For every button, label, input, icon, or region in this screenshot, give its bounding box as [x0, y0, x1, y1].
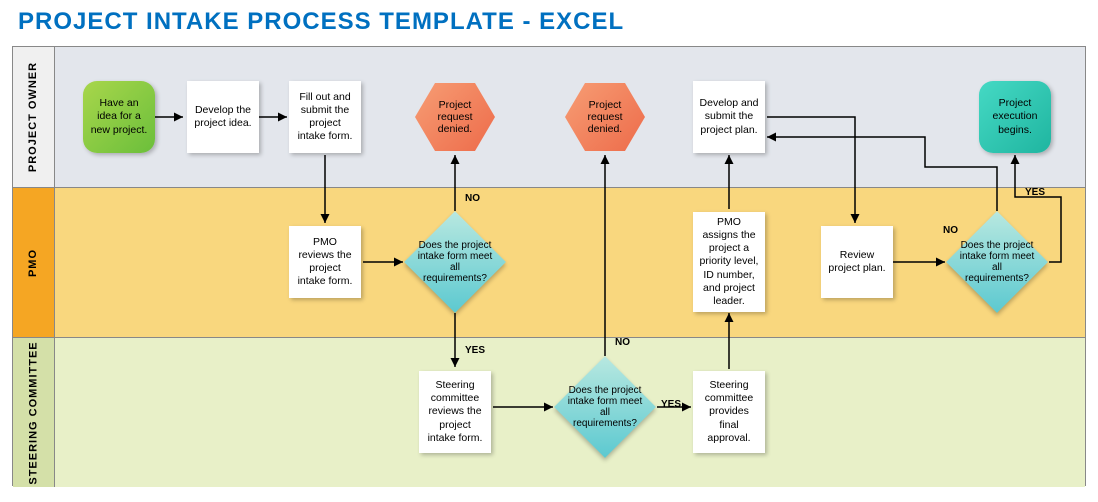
page-title: PROJECT INTAKE PROCESS TEMPLATE - EXCEL — [0, 0, 1098, 46]
edge-label-no-3: NO — [943, 225, 958, 236]
edge-label-yes-3: YES — [1025, 187, 1045, 198]
node-review-project-plan: Review project plan. — [821, 226, 893, 298]
swimlane-diagram: PROJECT OWNER PMO STEERING COMMITTEE — [12, 46, 1086, 486]
edge-label-yes-1: YES — [465, 345, 485, 356]
edge-label-no-2: NO — [615, 337, 630, 348]
lane-project-owner: PROJECT OWNER — [13, 47, 1085, 187]
decision-steering-requirements: Does the project intake form meet all re… — [555, 357, 655, 457]
decision-pmo-requirements: Does the project intake form meet all re… — [405, 212, 505, 312]
decision-plan-requirements: Does the project intake form meet all re… — [947, 212, 1047, 312]
node-steering-approval: Steering committee provides final approv… — [693, 371, 765, 453]
node-start-idea: Have an idea for a new project. — [83, 81, 155, 153]
node-pmo-review-intake: PMO reviews the project intake form. — [289, 226, 361, 298]
node-develop-project-plan: Develop and submit the project plan. — [693, 81, 765, 153]
node-develop-idea: Develop the project idea. — [187, 81, 259, 153]
lane-steering-committee: STEERING COMMITTEE — [13, 337, 1085, 487]
lane-label-owner: PROJECT OWNER — [13, 47, 55, 187]
node-fill-intake-form: Fill out and submit the project intake f… — [289, 81, 361, 153]
node-pmo-assigns: PMO assigns the project a priority level… — [693, 212, 765, 312]
lane-pmo: PMO — [13, 187, 1085, 337]
node-steering-review: Steering committee reviews the project i… — [419, 371, 491, 453]
node-execution-begins: Project execution begins. — [979, 81, 1051, 153]
node-deny-1: Project request denied. — [415, 83, 495, 151]
node-deny-2: Project request denied. — [565, 83, 645, 151]
edge-label-yes-2: YES — [661, 399, 681, 410]
lane-label-pmo: PMO — [13, 188, 55, 337]
lane-label-steer: STEERING COMMITTEE — [13, 338, 55, 487]
edge-label-no-1: NO — [465, 193, 480, 204]
